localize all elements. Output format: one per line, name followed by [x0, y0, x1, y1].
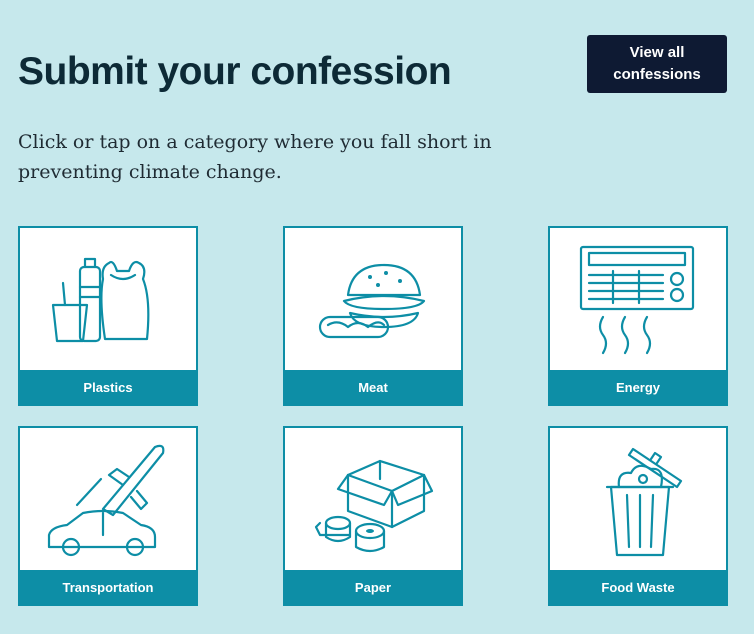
category-card-meat[interactable]: Meat: [283, 226, 463, 406]
page-title: Submit your confession: [18, 50, 452, 93]
category-card-plastics[interactable]: Plastics: [18, 226, 198, 406]
category-label: Meat: [285, 370, 461, 404]
category-label: Transportation: [20, 570, 196, 604]
food-waste-icon: [550, 428, 726, 570]
category-card-energy[interactable]: Energy: [548, 226, 728, 406]
view-all-confessions-button[interactable]: View all confessions: [587, 35, 727, 93]
intro-text: Click or tap on a category where you fal…: [18, 131, 492, 183]
category-label: Plastics: [20, 370, 196, 404]
category-label: Food Waste: [550, 570, 726, 604]
energy-icon: [550, 228, 726, 370]
meat-icon: [285, 228, 461, 370]
category-label: Energy: [550, 370, 726, 404]
category-card-food-waste[interactable]: Food Waste: [548, 426, 728, 606]
paper-icon: [285, 428, 461, 570]
category-card-transportation[interactable]: Transportation: [18, 426, 198, 606]
category-label: Paper: [285, 570, 461, 604]
transportation-icon: [20, 428, 196, 570]
plastics-icon: [20, 228, 196, 370]
category-card-paper[interactable]: Paper: [283, 426, 463, 606]
